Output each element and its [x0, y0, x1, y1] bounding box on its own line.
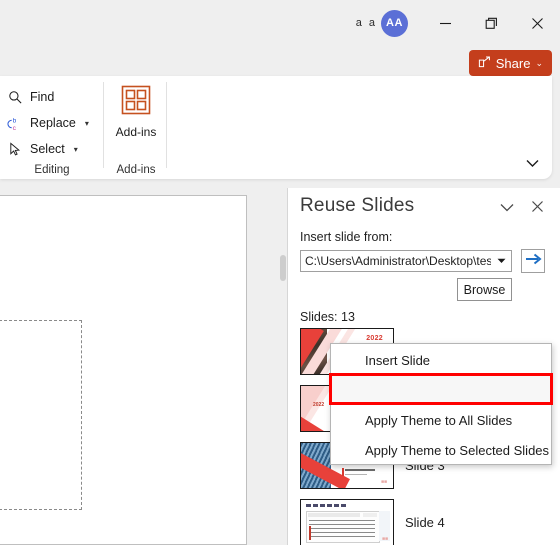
slide-label: Slide 4 [405, 515, 445, 530]
thumbnail-year: 2022 [366, 335, 383, 342]
addins-grid-icon [120, 84, 152, 121]
menu-item-insert-all-slides[interactable]: Insert All Slides [332, 375, 550, 405]
ribbon-group-addins: Add-ins Add-ins [105, 76, 167, 179]
canvas-scroll-thumb[interactable] [280, 255, 286, 281]
group-label-editing: Editing [34, 164, 70, 176]
chevron-down-icon[interactable]: ▾ [74, 145, 78, 154]
arrow-right-icon [525, 252, 542, 271]
ribbon-group-editing: Find b c Replace ▾ Select ▾ Editing [0, 76, 104, 179]
canvas-scrollbar[interactable] [279, 195, 287, 545]
powerpoint-window: a a AA Share ⌄ Find b c Replace ▾ Select… [0, 0, 560, 545]
menu-item-apply-theme-selected-slides[interactable]: Apply Theme to Selected Slides [332, 435, 550, 465]
go-button[interactable] [521, 249, 545, 273]
chevron-down-icon [500, 200, 514, 218]
file-path-input[interactable]: C:\Users\Administrator\Desktop\test [300, 250, 512, 272]
close-icon [531, 200, 544, 218]
share-button[interactable]: Share ⌄ [468, 50, 552, 76]
group-label-addins: Add-ins [116, 164, 156, 176]
slides-count-label: Slides: 13 [300, 310, 355, 324]
share-icon [478, 55, 491, 71]
reuse-pane-header: Reuse Slides [288, 188, 560, 230]
slide-thumbnail[interactable]: ■■ [300, 499, 394, 545]
pane-collapse-button[interactable] [496, 198, 518, 220]
addins-button-label: Add-ins [115, 125, 157, 139]
addins-button[interactable]: Add-ins [105, 84, 167, 139]
file-path-value: C:\Users\Administrator\Desktop\test [305, 254, 491, 268]
slide-canvas-area [0, 195, 287, 545]
select-label: Select [30, 142, 65, 157]
browse-button[interactable]: Browse [457, 278, 512, 301]
slide-surface[interactable] [0, 195, 247, 545]
group-divider [166, 82, 167, 168]
replace-label: Replace [30, 116, 76, 131]
ribbon-collapse-button[interactable] [522, 155, 542, 173]
find-button[interactable]: Find [6, 86, 58, 109]
close-button[interactable] [514, 3, 560, 43]
title-bar: a a AA [0, 0, 560, 46]
thumbnail-art: ■■ [301, 500, 393, 545]
avatar[interactable]: AA [381, 9, 408, 37]
chevron-down-icon [526, 155, 539, 173]
svg-text:b: b [13, 117, 17, 124]
chevron-down-icon: ⌄ [535, 57, 543, 68]
group-divider [103, 82, 104, 168]
close-icon [531, 17, 544, 30]
text-size-indicator: a a [355, 17, 377, 29]
share-label: Share [495, 55, 531, 71]
list-item[interactable]: ■■ Slide 4 [300, 499, 550, 545]
search-icon [6, 90, 24, 105]
context-menu: Insert Slide Insert All Slides Apply The… [329, 343, 553, 465]
minimize-button[interactable] [422, 3, 468, 43]
window-controls: a a AA [356, 0, 560, 46]
restore-button[interactable] [468, 3, 514, 43]
pane-close-button[interactable] [526, 198, 548, 220]
svg-text:c: c [13, 125, 17, 132]
cursor-select-icon [6, 142, 24, 157]
chevron-down-icon[interactable] [491, 258, 511, 264]
minimize-icon [439, 17, 452, 30]
chevron-down-icon[interactable]: ▾ [85, 119, 89, 128]
select-button[interactable]: Select ▾ [6, 138, 82, 161]
menu-item-apply-theme-all-slides[interactable]: Apply Theme to All Slides [332, 405, 550, 435]
find-label: Find [30, 90, 55, 105]
page-title: Reuse Slides [300, 195, 415, 216]
restore-icon [485, 17, 498, 30]
ribbon-panel: Find b c Replace ▾ Select ▾ Editing Add-… [0, 76, 552, 179]
slide-placeholder-box[interactable] [0, 320, 82, 510]
menu-item-insert-slide[interactable]: Insert Slide [332, 345, 550, 375]
replace-icon: b c [6, 116, 24, 132]
replace-button[interactable]: b c Replace ▾ [6, 112, 93, 135]
insert-slide-from-label: Insert slide from: [300, 230, 393, 244]
